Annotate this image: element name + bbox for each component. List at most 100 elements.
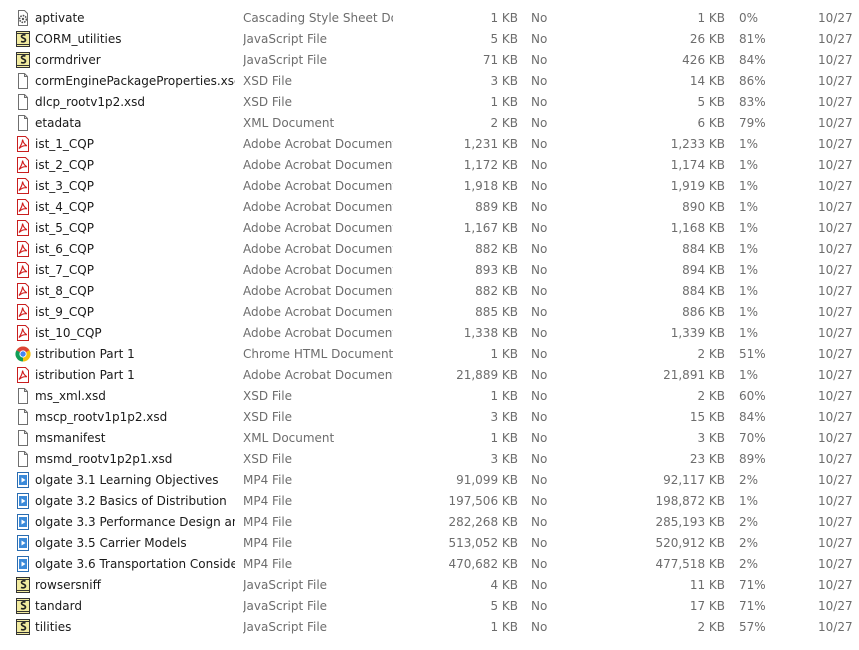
file-date-modified: 10/27: [818, 137, 853, 151]
file-row[interactable]: olgate 3.1 Learning Objectives MP4 File 91…: [0, 470, 859, 491]
pdf-icon: [15, 241, 31, 257]
file-encrypted: No: [531, 599, 548, 613]
file-row[interactable]: CORM_utilities JavaScript File 5 KB No 26 KB…: [0, 29, 859, 50]
file-size: 3 KB: [490, 452, 518, 466]
file-encrypted: No: [531, 578, 548, 592]
file-row[interactable]: msmd_rootv1p2p1.xsd XSD File 3 KB No 23 KB 89…: [0, 449, 859, 470]
file-size: 5 KB: [490, 599, 518, 613]
file-original-size: 198,872 KB: [655, 494, 725, 508]
file-row[interactable]: tilities JavaScript File 1 KB No 2 KB 57% 10/2…: [0, 617, 859, 638]
file-row[interactable]: cormdriver JavaScript File 71 KB No 426 KB 84…: [0, 50, 859, 71]
file-encrypted: No: [531, 200, 548, 214]
file-encrypted: No: [531, 305, 548, 319]
file-row[interactable]: ist_8_CQP Adobe Acrobat Document 882 KB No 8…: [0, 281, 859, 302]
file-ratio: 2%: [739, 536, 759, 550]
file-row[interactable]: ist_1_CQP Adobe Acrobat Document 1,231 KB N…: [0, 134, 859, 155]
file-row[interactable]: ist_7_CQP Adobe Acrobat Document 893 KB No 8…: [0, 260, 859, 281]
file-type: JavaScript File: [243, 32, 328, 46]
file-row[interactable]: cormEnginePackageProperties.xsd XSD File 3…: [0, 71, 859, 92]
file-row[interactable]: olgate 3.2 Basics of Distribution MP4 Fil…: [0, 491, 859, 512]
file-row[interactable]: aptivate Cascading Style Sheet Do... 1 KB N…: [0, 8, 859, 29]
js-script-icon: [15, 52, 31, 68]
file-type: Adobe Acrobat Document: [243, 221, 393, 235]
file-row[interactable]: mscp_rootv1p1p2.xsd XSD File 3 KB No 15 KB 84…: [0, 407, 859, 428]
file-row[interactable]: ist_5_CQP Adobe Acrobat Document 1,167 KB N…: [0, 218, 859, 239]
pdf-icon: [15, 283, 31, 299]
file-row[interactable]: olgate 3.3 Performance Design and... MP4 …: [0, 512, 859, 533]
file-ratio: 84%: [739, 410, 766, 424]
file-row[interactable]: etadata XML Document 2 KB No 6 KB 79% 10/27: [0, 113, 859, 134]
file-encrypted: No: [531, 221, 548, 235]
file-row[interactable]: ist_6_CQP Adobe Acrobat Document 882 KB No 8…: [0, 239, 859, 260]
file-row[interactable]: istribution Part 1 Adobe Acrobat Document…: [0, 365, 859, 386]
file-original-size: 15 KB: [689, 410, 725, 424]
file-date-modified: 10/27: [818, 494, 853, 508]
file-original-size: 23 KB: [689, 452, 725, 466]
file-type: XSD File: [243, 410, 292, 424]
file-encrypted: No: [531, 116, 548, 130]
file-date-modified: 10/27: [818, 200, 853, 214]
file-original-size: 1,168 KB: [670, 221, 725, 235]
file-original-size: 1,174 KB: [670, 158, 725, 172]
pdf-icon: [15, 325, 31, 341]
file-name: cormEnginePackageProperties.xsd: [35, 74, 235, 88]
file-row[interactable]: ist_10_CQP Adobe Acrobat Document 1,338 KB…: [0, 323, 859, 344]
file-size: 1 KB: [490, 11, 518, 25]
pdf-icon: [15, 199, 31, 215]
file-date-modified: 10/27: [818, 347, 853, 361]
file-row[interactable]: ist_9_CQP Adobe Acrobat Document 885 KB No 8…: [0, 302, 859, 323]
file-encrypted: No: [531, 347, 548, 361]
file-row[interactable]: olgate 3.6 Transportation Consider... MP4…: [0, 554, 859, 575]
file-size: 1 KB: [490, 95, 518, 109]
file-encrypted: No: [531, 431, 548, 445]
file-date-modified: 10/27: [818, 179, 853, 193]
file-encrypted: No: [531, 389, 548, 403]
file-date-modified: 10/27: [818, 368, 853, 382]
file-encrypted: No: [531, 137, 548, 151]
file-date-modified: 10/27: [818, 473, 853, 487]
pdf-icon: [15, 262, 31, 278]
file-size: 21,889 KB: [456, 368, 518, 382]
file-row[interactable]: tandard JavaScript File 5 KB No 17 KB 71% 10/2…: [0, 596, 859, 617]
file-ratio: 71%: [739, 578, 766, 592]
file-ratio: 1%: [739, 179, 759, 193]
file-ratio: 70%: [739, 431, 766, 445]
file-size: 1,918 KB: [463, 179, 518, 193]
file-encrypted: No: [531, 368, 548, 382]
file-name: ist_6_CQP: [35, 242, 94, 256]
file-type: XML Document: [243, 116, 335, 130]
file-row[interactable]: msmanifest XML Document 1 KB No 3 KB 70% 10/27: [0, 428, 859, 449]
file-date-modified: 10/27: [818, 305, 853, 319]
blank-file-icon: [15, 73, 31, 89]
file-name: ist_4_CQP: [35, 200, 94, 214]
file-type: JavaScript File: [243, 599, 328, 613]
file-ratio: 86%: [739, 74, 766, 88]
file-row[interactable]: ms_xml.xsd XSD File 1 KB No 2 KB 60% 10/27: [0, 386, 859, 407]
file-type: MP4 File: [243, 536, 293, 550]
file-encrypted: No: [531, 557, 548, 571]
file-size: 882 KB: [475, 242, 518, 256]
file-date-modified: 10/27: [818, 389, 853, 403]
css-gear-icon: [15, 10, 31, 26]
file-row[interactable]: rowsersniff JavaScript File 4 KB No 11 KB 71%…: [0, 575, 859, 596]
file-ratio: 2%: [739, 473, 759, 487]
video-file-icon: [15, 493, 31, 509]
file-row[interactable]: ist_2_CQP Adobe Acrobat Document 1,172 KB N…: [0, 155, 859, 176]
file-type: Adobe Acrobat Document: [243, 137, 393, 151]
file-row[interactable]: ist_3_CQP Adobe Acrobat Document 1,918 KB N…: [0, 176, 859, 197]
file-name: tandard: [35, 599, 82, 613]
file-row[interactable]: ist_4_CQP Adobe Acrobat Document 889 KB No 8…: [0, 197, 859, 218]
file-name: ms_xml.xsd: [35, 389, 106, 403]
file-date-modified: 10/27: [818, 536, 853, 550]
file-row[interactable]: istribution Part 1 Chrome HTML Document 1 …: [0, 344, 859, 365]
file-original-size: 2 KB: [697, 620, 725, 634]
file-size: 1 KB: [490, 431, 518, 445]
file-type: XSD File: [243, 95, 292, 109]
file-encrypted: No: [531, 32, 548, 46]
file-row[interactable]: olgate 3.5 Carrier Models MP4 File 513,052…: [0, 533, 859, 554]
file-row[interactable]: dlcp_rootv1p2.xsd XSD File 1 KB No 5 KB 83% 10…: [0, 92, 859, 113]
file-size: 91,099 KB: [456, 473, 518, 487]
file-original-size: 6 KB: [697, 116, 725, 130]
file-size: 1,231 KB: [463, 137, 518, 151]
file-ratio: 60%: [739, 389, 766, 403]
